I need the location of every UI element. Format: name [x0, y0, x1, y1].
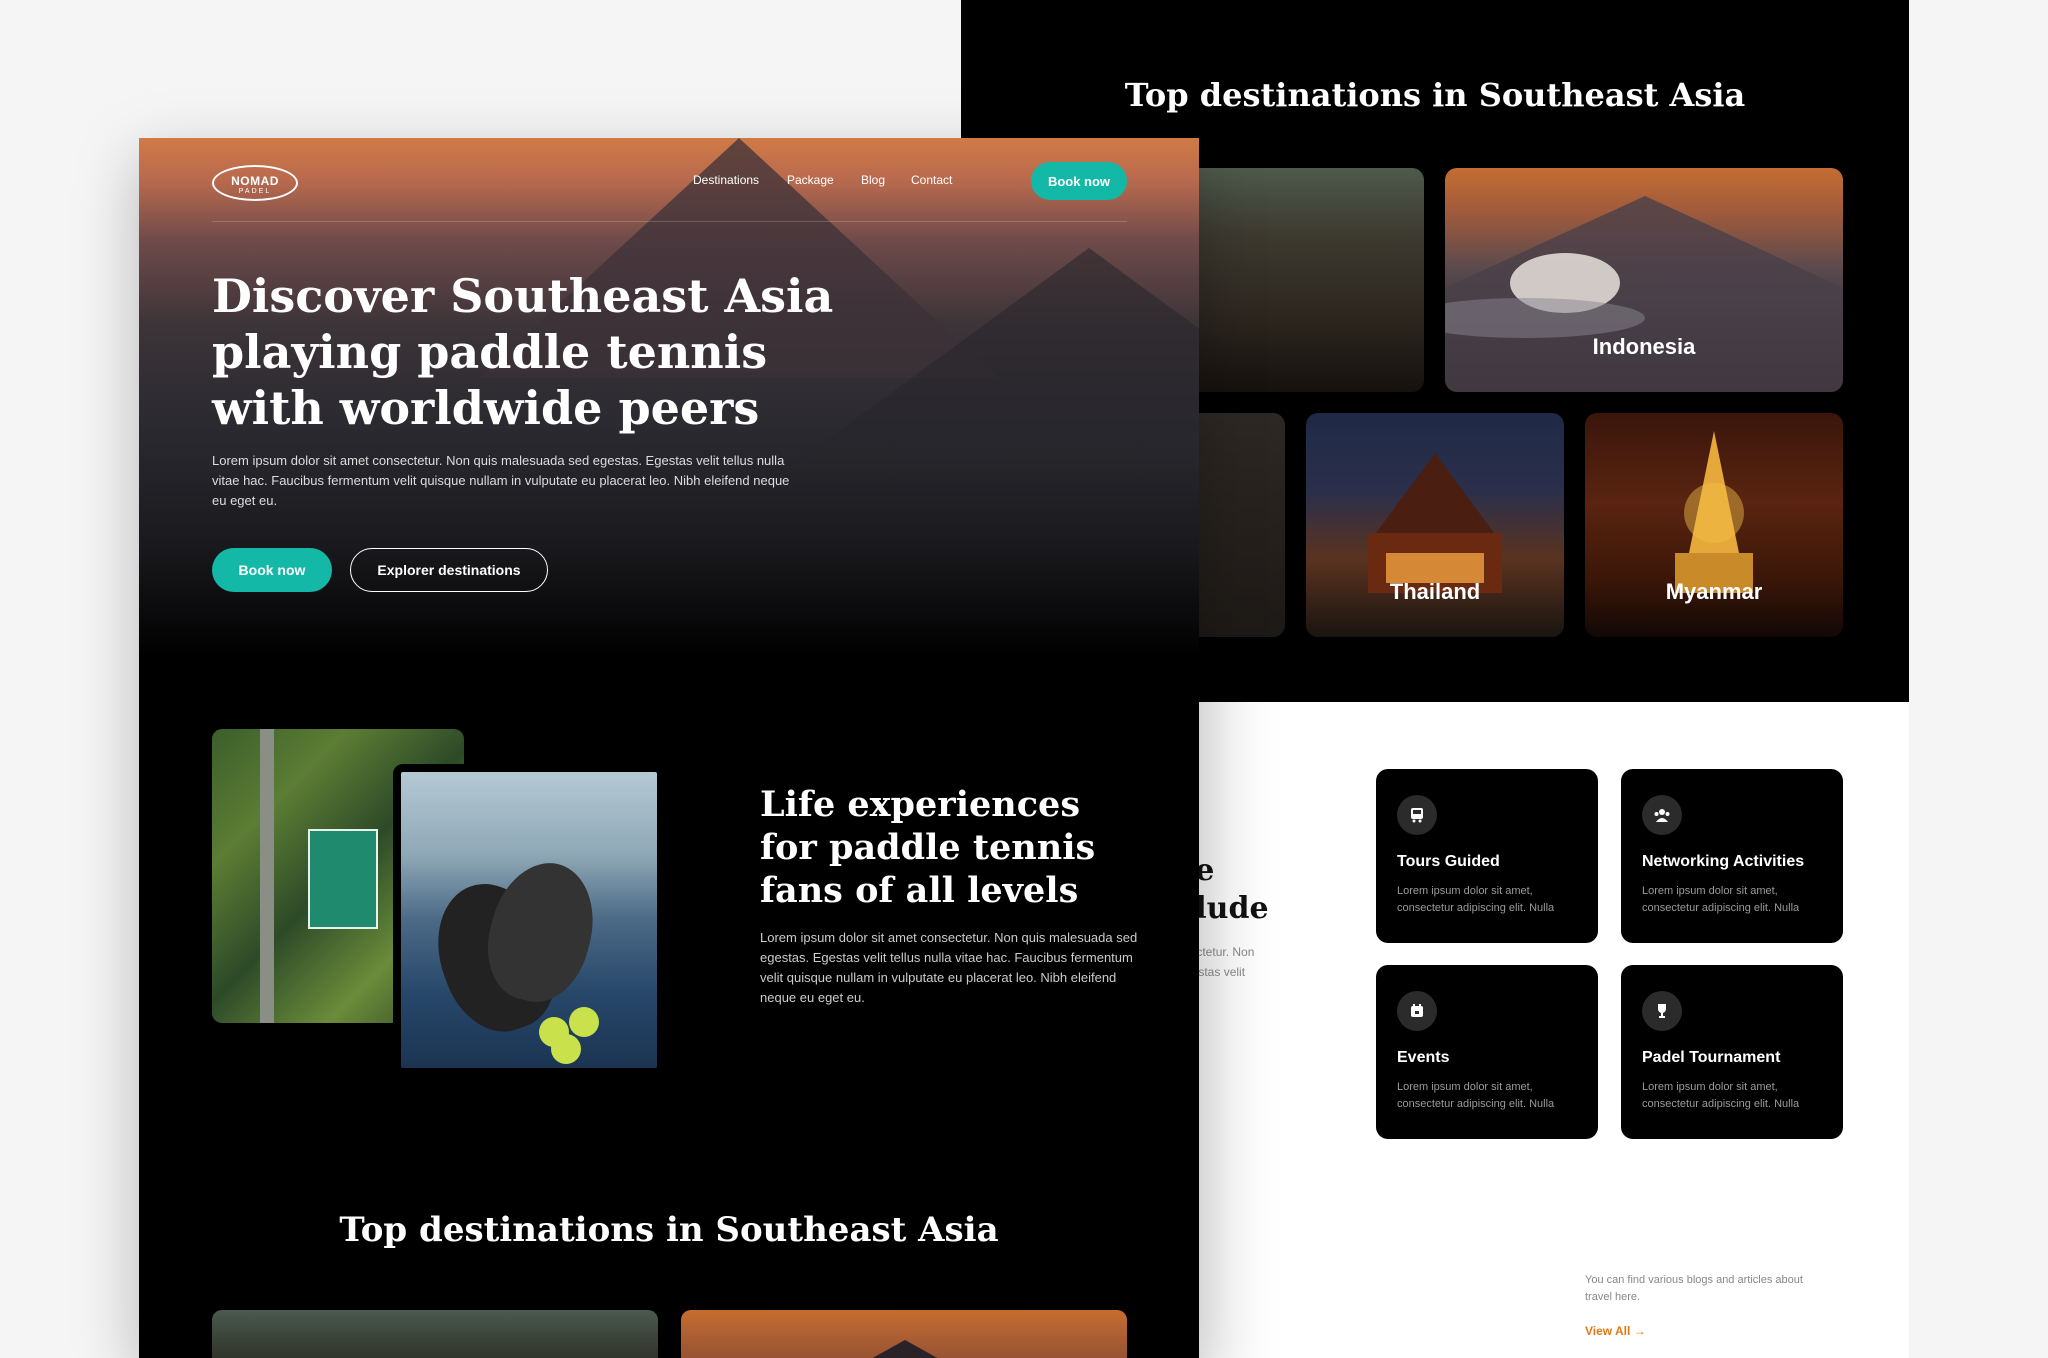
feature-text: Lorem ipsum dolor sit amet, consectetur …	[1397, 885, 1555, 914]
destination-label-thailand: Thailand	[1389, 579, 1481, 604]
experience-description: Lorem ipsum dolor sit amet consectetur. …	[760, 930, 1138, 1005]
nav-destinations[interactable]: Destinations	[693, 173, 759, 187]
nav-blog[interactable]: Blog	[861, 173, 885, 187]
hero-description: Lorem ipsum dolor sit amet consectetur. …	[212, 453, 790, 508]
hero-title: Discover Southeast Asia playing paddle t…	[212, 269, 834, 435]
hero-section: NOMAD PADEL Destinations Package Blog Co…	[139, 138, 1199, 658]
feature-title: Events	[1397, 1049, 1450, 1066]
destination-label-myanmar: Myanmar	[1665, 579, 1763, 604]
feature-card-networking[interactable]: Networking Activities Lorem ipsum dolor …	[1621, 769, 1843, 943]
feature-card-padel-tournament[interactable]: Padel Tournament Lorem ipsum dolor sit a…	[1621, 965, 1843, 1139]
feature-card-tours-guided[interactable]: Tours Guided Lorem ipsum dolor sit amet,…	[1376, 769, 1598, 943]
court-shape	[308, 829, 378, 929]
arrow-right-icon: →	[1633, 1324, 1646, 1338]
front-page-mockup: NOMAD PADEL Destinations Package Blog Co…	[139, 138, 1199, 1358]
destination-card-indonesia[interactable]: Indonesia	[1445, 168, 1843, 392]
logo-sub-text: PADEL	[238, 188, 272, 195]
destination-card-myanmar[interactable]: Myanmar	[1585, 413, 1843, 637]
book-now-button[interactable]: Book now	[212, 548, 332, 592]
people-icon	[1642, 795, 1682, 835]
destination-card-front-1[interactable]	[212, 1310, 658, 1358]
destinations-title-back: Top destinations in Southeast Asia	[1124, 76, 1746, 114]
feature-card-events[interactable]: Events Lorem ipsum dolor sit amet, conse…	[1376, 965, 1598, 1139]
experience-title: Life experiences for paddle tennis fans …	[760, 784, 1096, 911]
bus-icon	[1397, 795, 1437, 835]
calendar-icon	[1397, 991, 1437, 1031]
feature-text: Lorem ipsum dolor sit amet, consectetur …	[1397, 1081, 1555, 1110]
nav-contact[interactable]: Contact	[911, 173, 952, 187]
trophy-icon	[1642, 991, 1682, 1031]
view-all-label: View All	[1585, 1324, 1631, 1338]
feature-title: Tours Guided	[1397, 853, 1500, 870]
feature-text: Lorem ipsum dolor sit amet, consectetur …	[1642, 885, 1800, 914]
logo-main-text: NOMAD	[231, 174, 279, 188]
destinations-title-front: Top destinations in Southeast Asia	[339, 1210, 999, 1250]
nav-book-now-button[interactable]: Book now	[1031, 162, 1127, 200]
nomad-padel-logo[interactable]: NOMAD PADEL	[212, 165, 298, 201]
volcano-peak-shape	[851, 1340, 959, 1358]
destination-card-thailand[interactable]: Thailand	[1306, 413, 1564, 637]
nav-package[interactable]: Package	[787, 173, 834, 187]
destination-card-front-2[interactable]	[681, 1310, 1127, 1358]
padel-rackets-photo	[393, 764, 665, 1076]
nav-divider	[212, 221, 1127, 222]
road-shape	[260, 729, 274, 1023]
feature-text: Lorem ipsum dolor sit amet, consectetur …	[1642, 1081, 1800, 1110]
feature-title: Networking Activities	[1642, 853, 1805, 870]
feature-title: Padel Tournament	[1642, 1049, 1781, 1066]
explore-destinations-button[interactable]: Explorer destinations	[350, 548, 548, 592]
destination-label-indonesia: Indonesia	[1592, 334, 1696, 359]
ball-shape	[551, 1034, 581, 1064]
view-all-link[interactable]: View All →	[1585, 1324, 1646, 1338]
ball-shape	[569, 1007, 599, 1037]
blog-note: You can find various blogs and articles …	[1585, 1274, 1803, 1303]
